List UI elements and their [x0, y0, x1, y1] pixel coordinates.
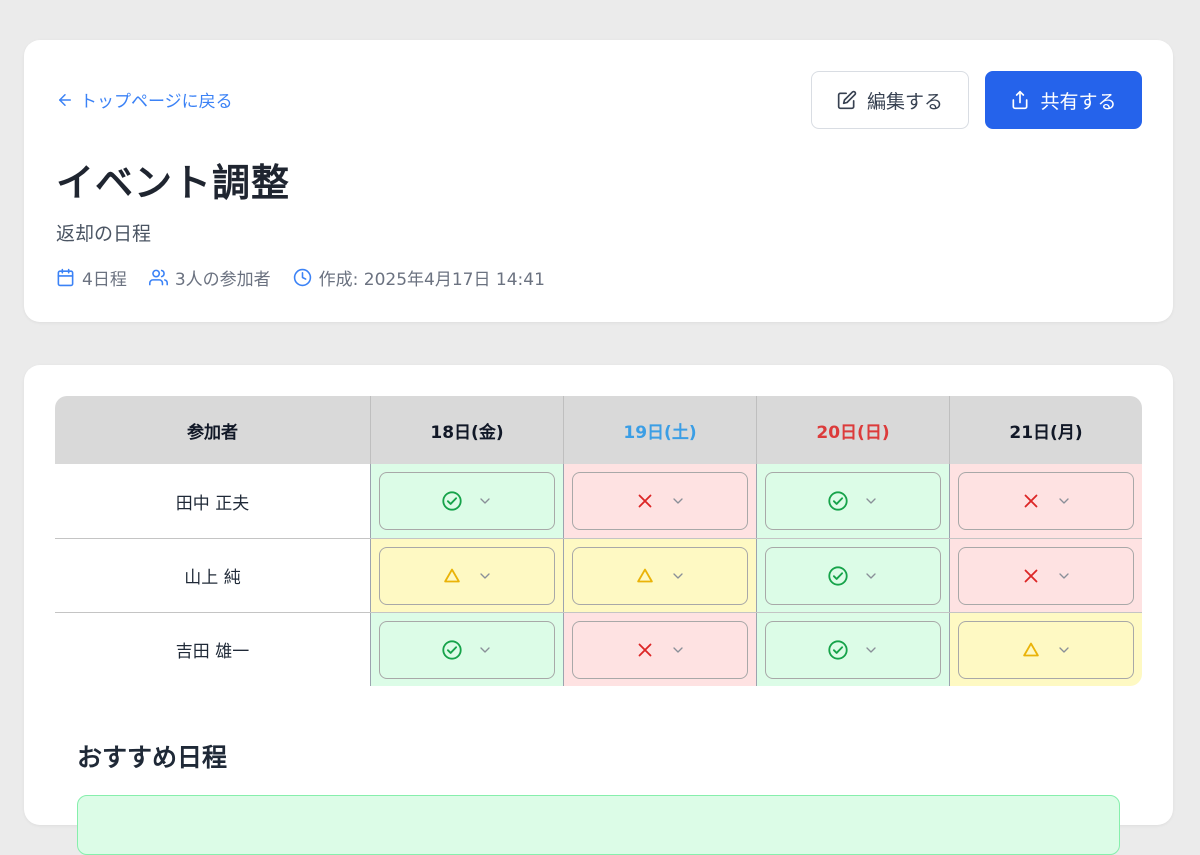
answer-cell [563, 539, 756, 612]
answer-select[interactable] [379, 472, 555, 530]
date-header: 20日(日) [756, 396, 949, 464]
answer-select[interactable] [765, 620, 941, 679]
participant-column-header: 参加者 [187, 422, 238, 443]
event-meta: 4日程 3人の参加者 作成: 2025年4月17日 14:41 [56, 265, 545, 290]
participant-name: 吉田 雄一 [175, 642, 250, 662]
check-circle-icon [828, 565, 848, 586]
answer-cell [370, 539, 563, 612]
event-header-card: トップページに戻る 編集する 共有する イベント調整 返却の日程 4日程 3人の… [24, 40, 1173, 322]
recommended-dates-title: おすすめ日程 [77, 743, 228, 772]
share-button[interactable]: 共有する [985, 71, 1142, 129]
table-row: 山上 純 [55, 538, 1142, 612]
back-link-label: トップページに戻る [80, 92, 233, 112]
x-icon [638, 643, 652, 656]
chevron-down-icon [480, 646, 490, 653]
schedule-table: 参加者 18日(金) 19日(土) 20日(日) 21日(月) 田中 正夫 山上… [55, 396, 1142, 686]
x-icon [1024, 494, 1038, 508]
answer-cell [756, 613, 949, 686]
meta-participants: 3人の参加者 [148, 265, 271, 290]
answer-select[interactable] [379, 546, 555, 605]
meta-participants-label: 3人の参加者 [174, 270, 271, 290]
edit-icon [837, 90, 857, 110]
clock-icon [293, 268, 311, 287]
chevron-down-icon [1059, 498, 1069, 504]
participant-name: 山上 純 [184, 568, 241, 588]
date-header: 19日(土) [563, 396, 756, 464]
chevron-down-icon [480, 572, 490, 579]
chevron-down-icon [1059, 646, 1069, 653]
answer-select[interactable] [379, 620, 555, 679]
answer-select[interactable] [958, 620, 1134, 679]
schedule-header: 参加者 18日(金) 19日(土) 20日(日) 21日(月) [55, 396, 1142, 464]
table-row: 田中 正夫 [55, 464, 1142, 538]
triangle-icon [637, 568, 653, 582]
check-circle-icon [828, 639, 848, 660]
edit-button[interactable]: 編集する [811, 71, 969, 129]
meta-created: 作成: 2025年4月17日 14:41 [293, 265, 545, 290]
meta-created-label: 作成: 2025年4月17日 14:41 [318, 270, 545, 290]
chevron-down-icon [866, 498, 876, 504]
answer-cell [756, 539, 949, 612]
chevron-down-icon [673, 498, 683, 504]
answer-cell [949, 539, 1142, 612]
chevron-down-icon [673, 572, 683, 579]
answer-select[interactable] [765, 546, 941, 605]
schedule-card: 参加者 18日(金) 19日(土) 20日(日) 21日(月) 田中 正夫 山上… [24, 365, 1173, 855]
x-icon [1024, 569, 1038, 582]
page-title: イベント調整 [56, 161, 291, 205]
chevron-down-icon [866, 572, 876, 579]
back-link[interactable]: トップページに戻る [56, 87, 233, 112]
chevron-down-icon [480, 498, 490, 504]
chevron-down-icon [866, 646, 876, 653]
answer-cell [563, 464, 756, 538]
triangle-icon [444, 568, 460, 582]
table-row: 吉田 雄一 [55, 612, 1142, 686]
meta-dates: 4日程 [56, 265, 127, 290]
triangle-icon [1023, 642, 1039, 656]
answer-cell [756, 464, 949, 538]
answer-select[interactable] [572, 620, 748, 679]
answer-select[interactable] [572, 546, 748, 605]
answer-select[interactable] [572, 472, 748, 530]
calendar-icon [57, 268, 74, 287]
check-circle-icon [442, 639, 462, 660]
chevron-down-icon [1059, 572, 1069, 579]
schedule-rows: 田中 正夫 山上 純 吉田 雄一 [55, 464, 1142, 686]
x-icon [638, 494, 652, 508]
answer-select[interactable] [958, 472, 1134, 530]
answer-cell [563, 613, 756, 686]
meta-dates-label: 4日程 [82, 270, 127, 290]
answer-cell [370, 613, 563, 686]
share-icon [1012, 90, 1028, 110]
answer-cell [949, 464, 1142, 538]
users-icon [148, 269, 168, 286]
edit-button-label: 編集する [866, 90, 943, 113]
date-header: 18日(金) [370, 396, 563, 464]
chevron-down-icon [673, 646, 683, 653]
answer-select[interactable] [765, 472, 941, 530]
answer-cell [949, 613, 1142, 686]
share-button-label: 共有する [1040, 90, 1117, 113]
check-circle-icon [828, 491, 848, 511]
date-header: 21日(月) [949, 396, 1142, 464]
participant-name: 田中 正夫 [175, 493, 250, 514]
answer-cell [370, 464, 563, 538]
answer-select[interactable] [958, 546, 1134, 605]
recommended-date-item [77, 795, 1120, 855]
page-subtitle: 返却の日程 [56, 223, 152, 245]
check-circle-icon [442, 491, 462, 511]
arrow-left-icon [59, 93, 71, 106]
